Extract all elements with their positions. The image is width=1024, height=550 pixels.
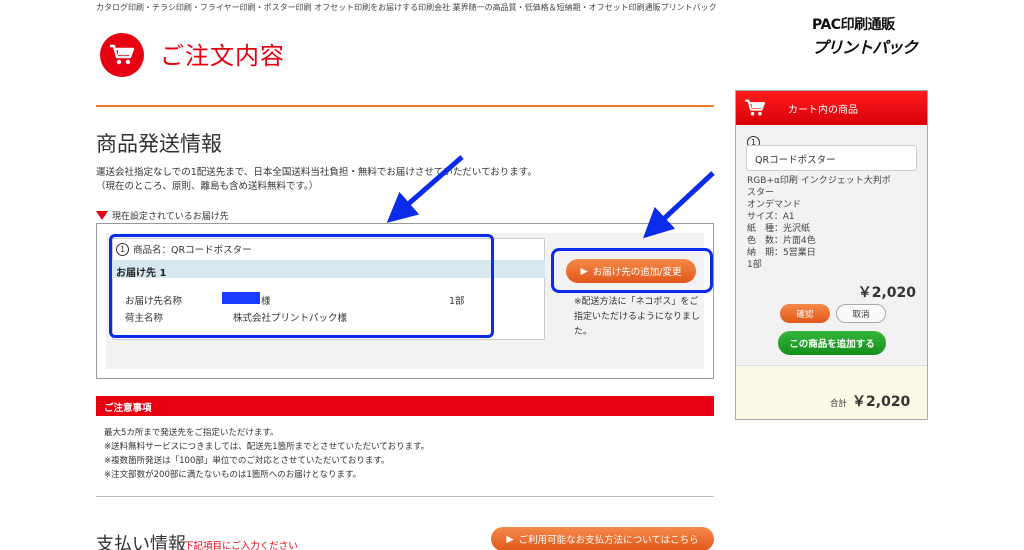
cart-sidebar-title: カート内の商品: [788, 104, 858, 116]
confirm-button[interactable]: 確認: [780, 304, 830, 323]
section-divider: [96, 496, 714, 497]
spec-line: サイズ：A1: [747, 212, 795, 222]
notice-item: 最大5カ所まで発送先をご指定いただけます。: [104, 428, 279, 438]
payment-methods-label: ご利用可能なお支払方法についてはこちら: [518, 535, 699, 546]
spec-line: 1部: [747, 260, 762, 270]
cart-item-specs: RGB+α印刷 インクジェット大判ポ スター オンデマンド サイズ：A1 紙 種…: [747, 175, 917, 271]
spec-line: 紙 種：光沢紙: [747, 224, 811, 234]
notice-item: ※送料無料サービスにつきましては、配送先1箇所までとさせていただいております。: [104, 442, 430, 452]
spec-line: 色 数：片面4色: [747, 236, 816, 246]
notice-item: ※注文部数が200部に満たないものは1箇所へのお届けとなります。: [104, 470, 362, 480]
cart-icon: [745, 99, 765, 116]
cart-total-value: ￥2,020: [852, 394, 911, 410]
spec-line: オンデマンド: [747, 200, 802, 210]
notice-item: ※複数箇所発送は「100部」単位でのご対応とさせていただいております。: [104, 456, 390, 466]
play-icon: ▶: [506, 533, 514, 545]
cart-total: 合計 ￥2,020: [830, 391, 910, 411]
cart-item-price: ￥2,020: [857, 285, 916, 301]
payment-instruction: 下記項目にご入力ください: [184, 541, 298, 550]
cancel-button[interactable]: 取消: [836, 304, 886, 323]
notice-header: ご注意事項: [96, 396, 714, 416]
spec-line: RGB+α印刷 インクジェット大判ポ: [747, 176, 891, 186]
cart-sidebar-header: カート内の商品: [736, 91, 927, 125]
spec-line: スター: [747, 188, 775, 198]
cart-item-name-field[interactable]: QRコードポスター: [746, 145, 917, 171]
spec-line: 納 期：5営業日: [747, 248, 816, 258]
add-product-button[interactable]: この商品を追加する: [778, 331, 886, 355]
payment-methods-button[interactable]: ▶ ご利用可能なお支払方法についてはこちら: [491, 527, 714, 550]
payment-section-title: 支払い情報: [96, 534, 186, 550]
notice-list: 最大5カ所まで発送先をご指定いただけます。 ※送料無料サービスにつきましては、配…: [104, 426, 429, 482]
arrow-to-destination-icon: [386, 155, 464, 223]
arrow-to-button-icon: [643, 171, 715, 239]
cart-total-label: 合計: [830, 399, 848, 409]
